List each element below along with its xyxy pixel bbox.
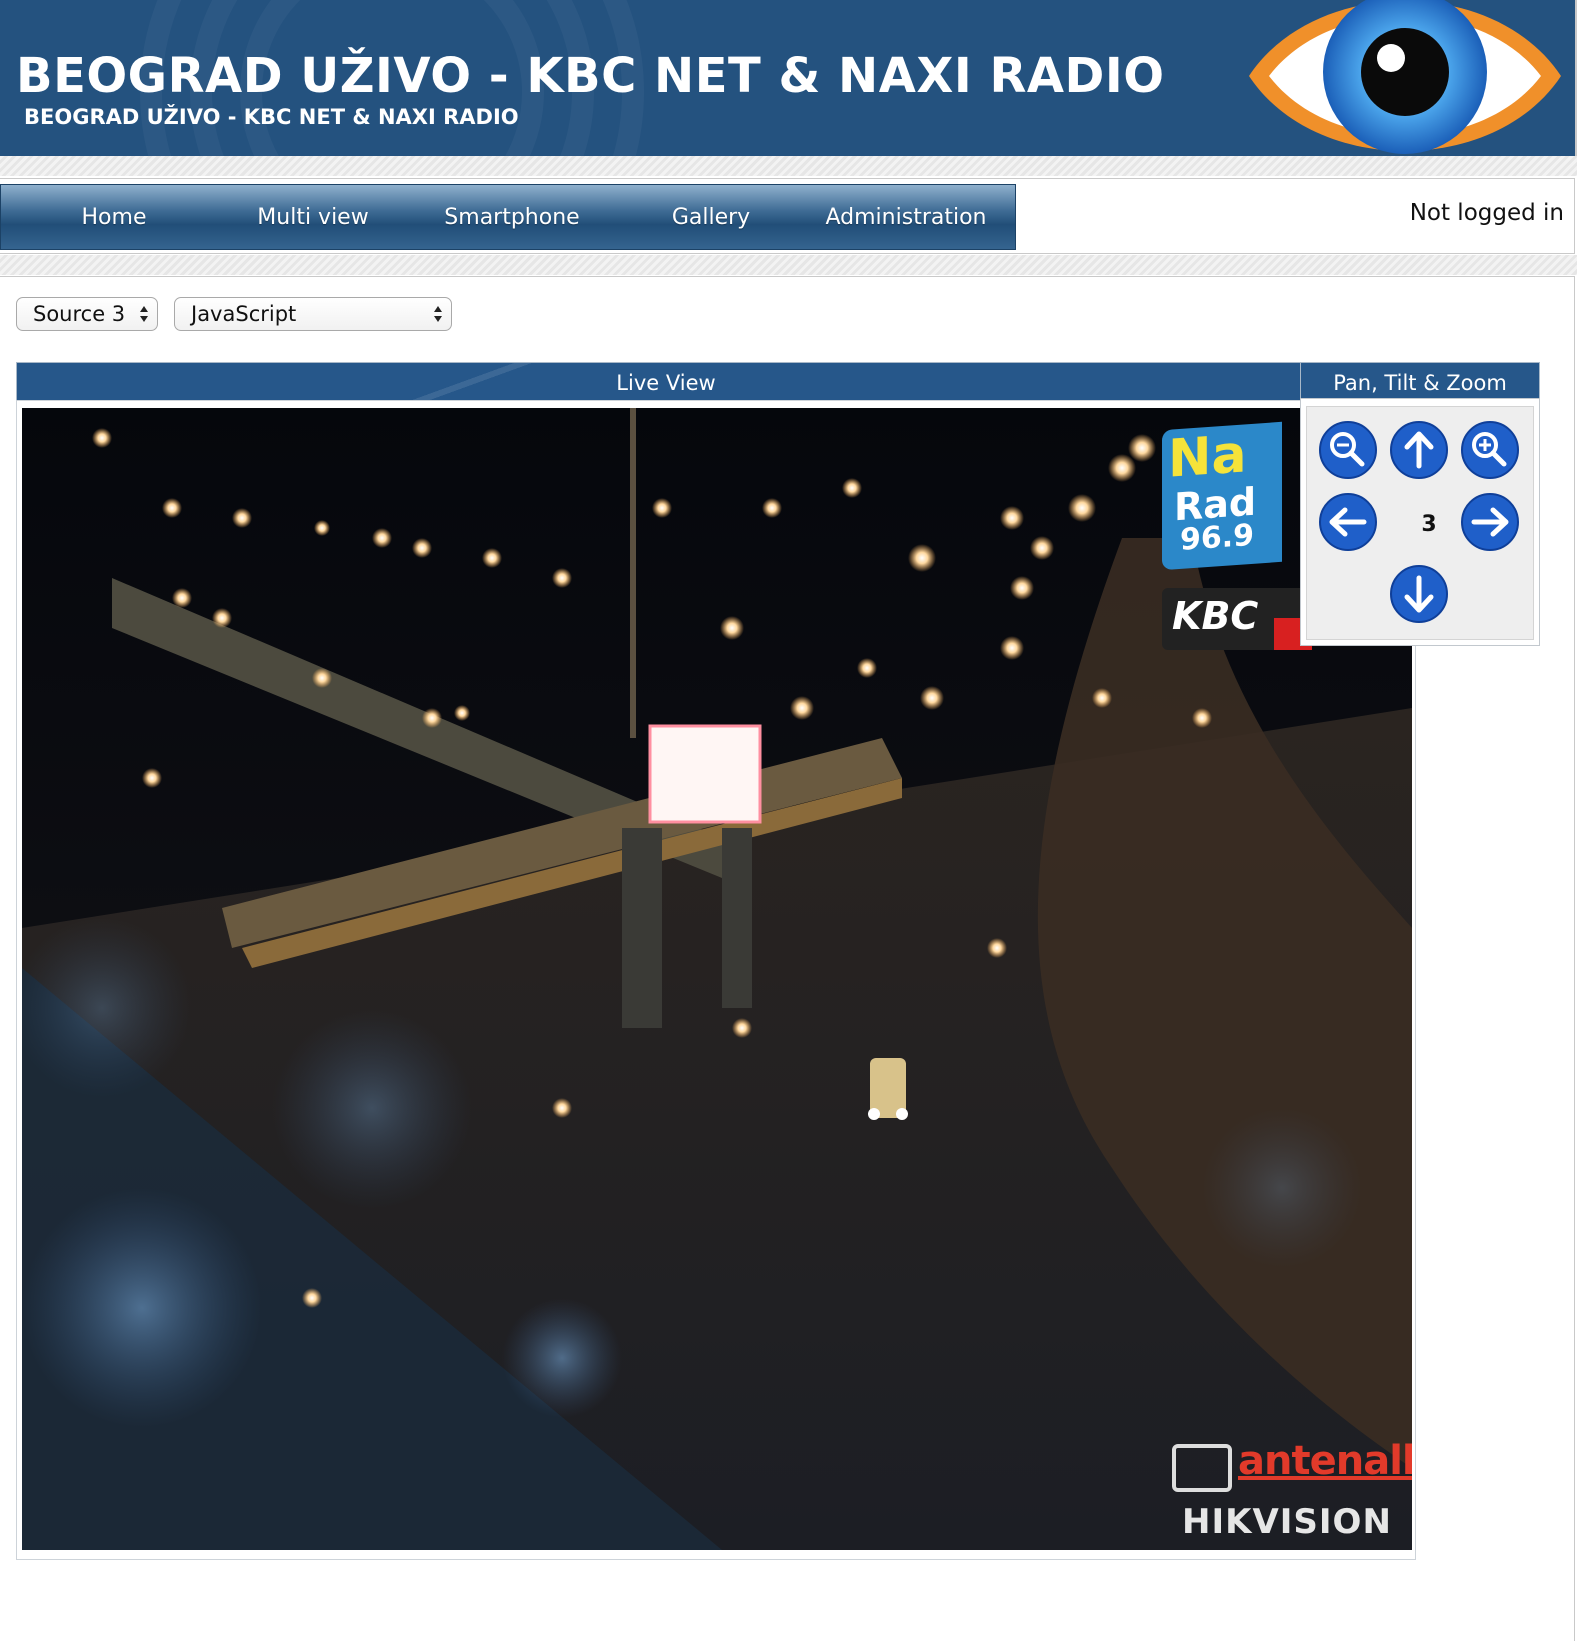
site-subtitle: BEOGRAD UŽIVO - KBC NET & NAXI RADIO: [24, 105, 519, 129]
nav-item-smartphone[interactable]: Smartphone: [399, 205, 625, 230]
eye-icon: [1249, 0, 1561, 154]
live-view-header: Live View: [16, 362, 1316, 402]
divider: [0, 156, 1577, 176]
nav-item-administration[interactable]: Administration: [797, 205, 1015, 230]
divider: [0, 255, 1577, 275]
main-nav: Home Multi view Smartphone Gallery Admin…: [0, 184, 1016, 250]
watermark-brand: antenall: [1238, 1438, 1412, 1484]
ptz-preset-number: 3: [1421, 512, 1437, 537]
watermark-vendor: HIKVISION: [1182, 1502, 1392, 1542]
select-arrows-icon: [434, 306, 442, 322]
arrow-down-icon[interactable]: [1389, 564, 1449, 624]
nav-item-home[interactable]: Home: [1, 205, 227, 230]
mode-select[interactable]: JavaScript: [174, 297, 452, 331]
mode-select-value: JavaScript: [191, 302, 297, 326]
arrow-right-icon[interactable]: [1460, 492, 1520, 552]
select-arrows-icon: [140, 306, 148, 322]
source-select[interactable]: Source 3: [16, 297, 158, 331]
arrow-up-icon[interactable]: [1389, 420, 1449, 480]
antenall-logo-icon: [1172, 1444, 1232, 1492]
nav-item-multi-view[interactable]: Multi view: [227, 205, 399, 230]
arrow-left-icon[interactable]: [1318, 492, 1378, 552]
source-select-value: Source 3: [33, 302, 126, 326]
site-title: BEOGRAD UŽIVO - KBC NET & NAXI RADIO: [16, 48, 1165, 104]
camera-feed[interactable]: Na Rad 96.9 KBC antenall HIKVISION: [22, 408, 1412, 1550]
zoom-out-icon[interactable]: [1318, 420, 1378, 480]
kbc-sign-text: KBC: [1172, 594, 1259, 638]
naxi-sign: Na Rad 96.9: [1162, 421, 1282, 571]
frequency-sign-text: 96.9: [1180, 517, 1255, 558]
naxi-sign-text: Na: [1168, 424, 1247, 490]
nav-item-gallery[interactable]: Gallery: [625, 205, 797, 230]
kbc-sign: KBC: [1162, 588, 1312, 650]
camera-scene: [22, 408, 1412, 1550]
ptz-header: Pan, Tilt & Zoom: [1300, 362, 1540, 402]
zoom-in-icon[interactable]: [1460, 420, 1520, 480]
login-status: Not logged in: [1409, 200, 1564, 226]
site-header: BEOGRAD UŽIVO - KBC NET & NAXI RADIO BEO…: [0, 0, 1577, 156]
